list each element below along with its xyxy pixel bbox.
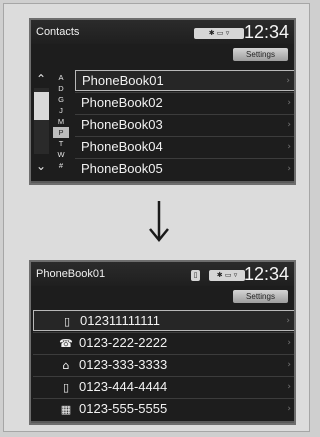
phone-number: 0123-333-3333: [79, 357, 168, 372]
phone-number-item[interactable]: ☎ 0123-222-2222 ›: [33, 332, 294, 353]
down-arrow-icon: [149, 201, 169, 242]
index-letter[interactable]: W: [53, 149, 69, 160]
index-letter[interactable]: J: [53, 105, 69, 116]
chevron-right-icon: ›: [287, 98, 291, 108]
fax-icon: ▦: [60, 403, 72, 416]
settings-button[interactable]: Settings: [233, 290, 288, 303]
contact-list-item[interactable]: PhoneBook01 ›: [75, 70, 294, 91]
index-letter[interactable]: M: [53, 116, 69, 127]
phonebook-detail-screen: PhoneBook01 ▯ ✱ ▭ ▿ 12:34 Settings ▯ 0123…: [29, 260, 296, 425]
phone-number-item[interactable]: ▦ 0123-555-5555 ›: [33, 398, 294, 419]
home-icon: ⌂: [62, 359, 70, 372]
settings-button[interactable]: Settings: [233, 48, 288, 61]
clock: 12:34: [243, 264, 289, 284]
figure-frame: Contacts ✱ ▭ ▿ 12:34 Settings ⌃ ⌄ ADGJMP…: [3, 3, 310, 432]
index-letter[interactable]: A: [53, 72, 69, 83]
divider: [31, 181, 294, 183]
contact-list-item[interactable]: PhoneBook05 ›: [75, 158, 294, 179]
index-letter[interactable]: G: [53, 94, 69, 105]
status-bar: Contacts ✱ ▭ ▿ 12:34: [31, 20, 294, 44]
contacts-screen: Contacts ✱ ▭ ▿ 12:34 Settings ⌃ ⌄ ADGJMP…: [29, 18, 296, 185]
status-bar: PhoneBook01 ▯ ✱ ▭ ▿ 12:34: [31, 262, 294, 286]
index-letter[interactable]: T: [53, 138, 69, 149]
scrollbar[interactable]: [34, 88, 49, 154]
chevron-right-icon: ›: [287, 338, 291, 348]
chevron-right-icon: ›: [287, 142, 291, 152]
chevron-right-icon: ›: [287, 120, 291, 130]
mobile-phone-icon: ▯: [62, 381, 70, 394]
alphabet-index[interactable]: A D G J M P T W #: [53, 72, 69, 171]
contact-list-item[interactable]: PhoneBook03 ›: [75, 114, 294, 135]
chevron-right-icon: ›: [286, 316, 290, 326]
index-letter[interactable]: D: [53, 83, 69, 94]
phone-number: 0123-222-2222: [79, 335, 168, 350]
clock: 12:34: [243, 22, 289, 42]
contact-list-item[interactable]: PhoneBook04 ›: [75, 136, 294, 157]
index-letter[interactable]: P: [53, 127, 69, 138]
phone-number: 012311111111: [80, 313, 161, 328]
contact-name: PhoneBook03: [81, 117, 163, 132]
chevron-right-icon: ›: [287, 404, 291, 414]
scrollbar-thumb[interactable]: [34, 92, 49, 120]
bluetooth-battery-signal-icons: ✱ ▭ ▿: [194, 28, 244, 39]
bluetooth-battery-signal-icons: ✱ ▭ ▿: [209, 270, 245, 281]
scroll-up-icon[interactable]: ⌃: [34, 72, 48, 86]
contact-name: PhoneBook02: [81, 95, 163, 110]
chevron-right-icon: ›: [287, 360, 291, 370]
scroll-down-icon[interactable]: ⌄: [34, 159, 48, 173]
contact-list-item[interactable]: PhoneBook02 ›: [75, 92, 294, 113]
phone-number: 0123-444-4444: [79, 379, 168, 394]
mobile-phone-icon: ▯: [63, 315, 71, 328]
phone-number-item[interactable]: ⌂ 0123-333-3333 ›: [33, 354, 294, 375]
chevron-right-icon: ›: [287, 164, 291, 174]
index-letter[interactable]: #: [53, 160, 69, 171]
phone-number: 0123-555-5555: [79, 401, 168, 416]
contact-name: PhoneBook01: [82, 73, 164, 88]
work-phone-icon: ☎: [59, 337, 73, 350]
chevron-right-icon: ›: [286, 76, 290, 86]
phone-number-item[interactable]: ▯ 012311111111 ›: [33, 310, 294, 331]
chevron-right-icon: ›: [287, 382, 291, 392]
phone-icon: ▯: [191, 270, 200, 281]
phone-number-item[interactable]: ▯ 0123-444-4444 ›: [33, 376, 294, 397]
divider: [31, 421, 294, 423]
contact-name: PhoneBook05: [81, 161, 163, 176]
screen-title: PhoneBook01: [36, 268, 106, 280]
contact-name: PhoneBook04: [81, 139, 163, 154]
screen-title: Contacts: [36, 26, 80, 38]
